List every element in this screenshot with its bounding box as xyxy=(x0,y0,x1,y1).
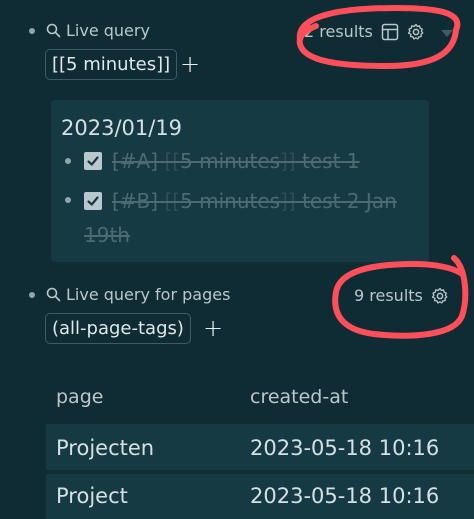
checkbox-checked-icon[interactable] xyxy=(84,192,102,210)
created-at-cell: 2023-05-18 10:16 xyxy=(250,436,440,460)
page-cell[interactable]: Project xyxy=(56,484,128,508)
block-bullet[interactable] xyxy=(29,28,35,34)
results-count: 9 results xyxy=(354,286,423,305)
live-query-pages-header[interactable]: Live query for pages xyxy=(46,285,230,304)
block-bullet[interactable] xyxy=(29,292,35,298)
query-results-bar: 9 results xyxy=(354,286,449,305)
query-input-chip[interactable]: (all-page-tags) xyxy=(45,313,191,344)
column-header-created-at[interactable]: created-at xyxy=(250,386,348,408)
page-link[interactable]: 5 minutes xyxy=(180,149,280,173)
checkbox-checked-icon[interactable] xyxy=(84,152,102,170)
query-results-bar: 2 results xyxy=(304,22,425,41)
search-icon xyxy=(46,23,61,38)
page-cell[interactable]: Projecten xyxy=(56,436,154,460)
add-filter-button[interactable]: + xyxy=(180,50,200,78)
created-at-cell: 2023-05-18 10:16 xyxy=(250,484,440,508)
query-results-card: 2023/01/19 [#A] [[5 minutes]] test 1 [#B… xyxy=(51,100,429,262)
task-bullet[interactable] xyxy=(65,197,71,203)
live-query-header[interactable]: Live query xyxy=(46,21,150,40)
column-header-page[interactable]: page xyxy=(56,386,103,408)
link-close-bracket: ]] xyxy=(280,189,296,213)
priority-tag[interactable]: [#B] xyxy=(112,189,158,213)
query-input-chip[interactable]: [[5 minutes]] xyxy=(45,49,178,80)
search-icon xyxy=(46,287,61,302)
table-view-icon[interactable] xyxy=(381,23,399,41)
link-close-bracket: ]] xyxy=(280,149,296,173)
live-query-pages-label: Live query for pages xyxy=(66,285,231,304)
priority-tag[interactable]: [#A] xyxy=(112,149,158,173)
task-item: [#B] [[5 minutes]] test 2 Jan 19th xyxy=(84,184,424,252)
add-filter-button[interactable]: + xyxy=(203,314,223,342)
link-open-bracket: [[ xyxy=(164,149,181,173)
group-date[interactable]: 2023/01/19 xyxy=(61,116,182,140)
caret-down-icon[interactable] xyxy=(440,24,454,43)
live-query-label: Live query xyxy=(66,21,150,40)
results-count: 2 results xyxy=(304,22,373,41)
task-item: [#A] [[5 minutes]] test 1 xyxy=(84,144,424,178)
gear-icon[interactable] xyxy=(407,23,425,41)
task-bullet[interactable] xyxy=(65,158,71,164)
task-text: test 1 xyxy=(302,149,360,173)
link-open-bracket: [[ xyxy=(164,189,181,213)
page-link[interactable]: 5 minutes xyxy=(180,189,280,213)
gear-icon[interactable] xyxy=(431,287,449,305)
